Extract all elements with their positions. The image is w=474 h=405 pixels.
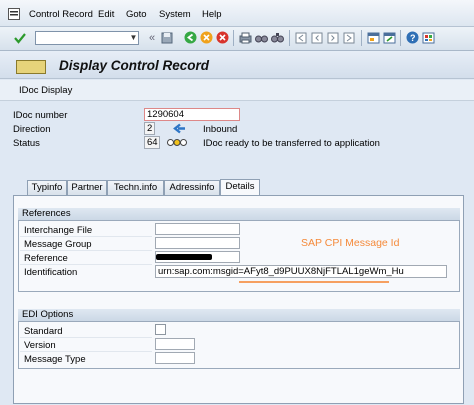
page-title: Display Control Record <box>59 58 210 73</box>
edi-options-group-title: EDI Options <box>18 309 460 322</box>
version-label: Version <box>24 340 56 351</box>
identification-label: Identification <box>24 267 78 278</box>
message-type-label: Message Type <box>24 354 86 365</box>
enter-icon[interactable] <box>13 30 27 45</box>
layout-icon[interactable] <box>421 30 435 45</box>
status-traffic-light-icon <box>167 138 187 147</box>
cancel-icon[interactable] <box>215 30 229 45</box>
menu-edit[interactable]: Edit <box>98 9 114 20</box>
last-page-icon[interactable] <box>342 30 356 45</box>
print-icon[interactable] <box>238 30 252 45</box>
help-icon[interactable]: ? <box>405 30 419 45</box>
tab-adressinfo[interactable]: Adressinfo <box>164 180 220 195</box>
reference-label: Reference <box>24 253 68 264</box>
command-field[interactable] <box>35 31 139 45</box>
shortcut-icon[interactable] <box>382 30 396 45</box>
row-divider <box>20 236 152 237</box>
save-icon[interactable] <box>160 30 174 45</box>
row-divider <box>20 264 152 265</box>
row-divider <box>20 351 152 352</box>
row-divider <box>20 250 152 251</box>
row-divider <box>20 337 152 338</box>
tab-typinfo[interactable]: Typinfo <box>27 180 67 195</box>
menu-system[interactable]: System <box>159 9 191 20</box>
toolbar-separator <box>400 30 401 46</box>
idoc-number-label: IDoc number <box>13 110 68 121</box>
status-field: 64 <box>144 136 160 149</box>
standard-label: Standard <box>24 326 63 337</box>
tab-techn-info[interactable]: Techn.info <box>107 180 164 195</box>
first-page-icon[interactable] <box>294 30 308 45</box>
message-type-field[interactable] <box>155 352 195 364</box>
redaction-mark <box>156 254 212 260</box>
chevron-down-icon[interactable]: ▼ <box>129 32 138 44</box>
sap-logo-icon <box>16 60 46 74</box>
idoc-display-button[interactable]: IDoc Display <box>19 85 72 96</box>
toolbar-separator <box>289 30 290 46</box>
svg-text:?: ? <box>410 33 416 43</box>
prev-page-icon[interactable] <box>310 30 324 45</box>
inbound-arrow-icon <box>172 123 186 134</box>
tab-details[interactable]: Details <box>220 179 260 196</box>
find-next-icon[interactable] <box>270 30 284 45</box>
status-label: Status <box>13 138 40 149</box>
next-page-icon[interactable] <box>326 30 340 45</box>
standard-checkbox[interactable] <box>155 324 166 335</box>
toolbar-separator <box>233 30 234 46</box>
menu-help[interactable]: Help <box>202 9 222 20</box>
identification-field[interactable]: urn:sap.com:msgid=AFyt8_d9PUUX8NjFTLAL1g… <box>155 265 447 278</box>
interchange-file-label: Interchange File <box>24 225 93 236</box>
message-group-field[interactable] <box>155 237 240 249</box>
version-field[interactable] <box>155 338 195 350</box>
menu-goto[interactable]: Goto <box>126 9 147 20</box>
collapse-icon[interactable]: « <box>145 30 159 45</box>
exit-icon[interactable] <box>199 30 213 45</box>
new-session-icon[interactable] <box>366 30 380 45</box>
menu-icon[interactable] <box>8 8 20 20</box>
back-icon[interactable] <box>183 30 197 45</box>
interchange-file-field[interactable] <box>155 223 240 235</box>
direction-field: 2 <box>144 122 155 135</box>
menu-control-record[interactable]: Control Record <box>29 9 93 20</box>
tab-partner[interactable]: Partner <box>67 180 107 195</box>
cpi-message-id-annotation: SAP CPI Message Id <box>301 237 400 249</box>
idoc-number-field[interactable]: 1290604 <box>144 108 240 121</box>
status-text: IDoc ready to be transferred to applicat… <box>203 138 380 149</box>
find-icon[interactable] <box>254 30 268 45</box>
toolbar-separator <box>361 30 362 46</box>
references-group-title: References <box>18 208 460 221</box>
direction-label: Direction <box>13 124 51 135</box>
direction-text: Inbound <box>203 124 238 135</box>
message-group-label: Message Group <box>24 239 92 250</box>
annotation-underline <box>239 281 389 283</box>
